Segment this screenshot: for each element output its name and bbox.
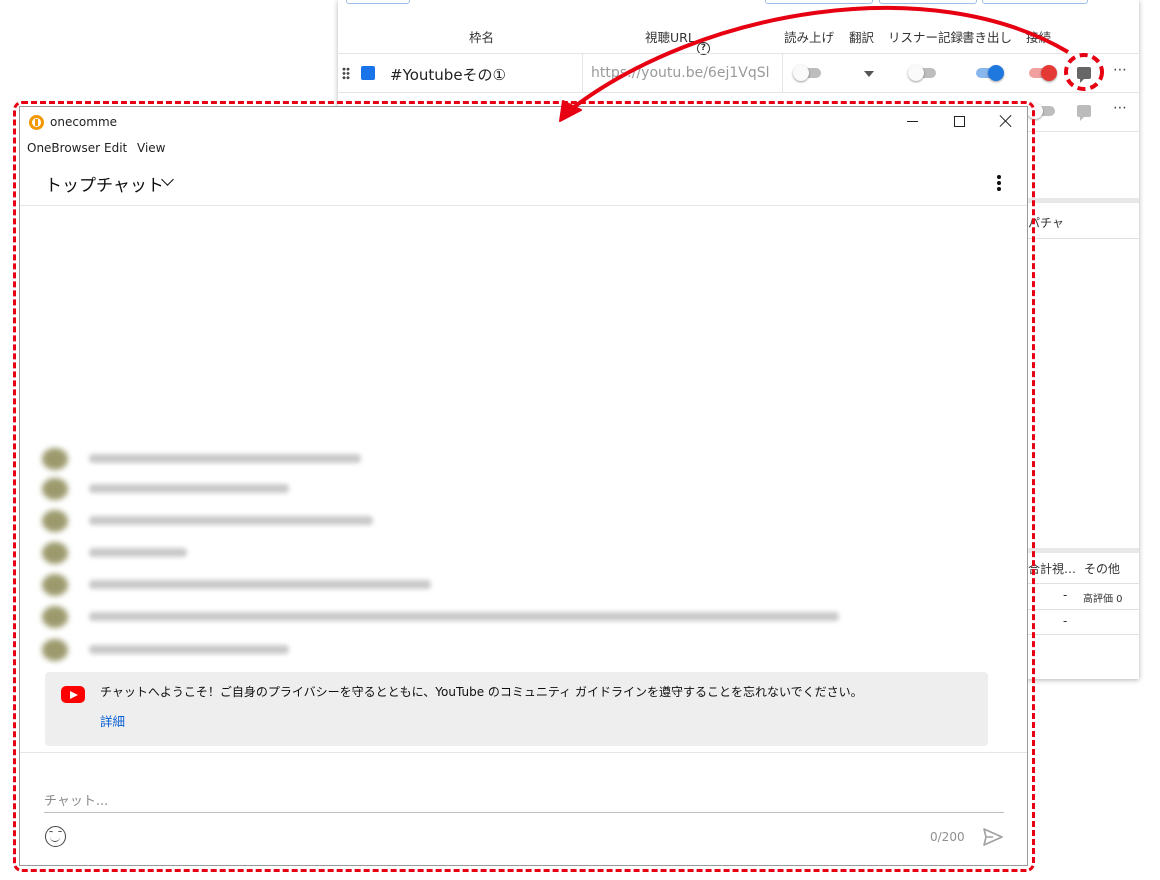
char-counter: 0/200	[930, 830, 965, 844]
chat-message	[42, 604, 942, 630]
section-divider	[1028, 198, 1139, 203]
avatar	[42, 448, 68, 470]
onecomme-logo-icon	[29, 115, 44, 130]
header-frame-name: 枠名	[469, 30, 495, 45]
likes-count: 高評価 0	[1083, 594, 1123, 605]
section-divider	[1028, 548, 1139, 553]
maximize-button[interactable]	[954, 116, 965, 127]
welcome-banner: チャットへようこそ！ご自身のプライバシーを守るとともに、YouTube のコミュ…	[45, 672, 988, 746]
avatar	[42, 639, 68, 661]
header-url-label: 視聴URL	[645, 30, 695, 45]
welcome-message: チャットへようこそ！ご自身のプライバシーを守るとともに、YouTube のコミュ…	[100, 685, 863, 699]
drag-handle-icon[interactable]	[342, 67, 350, 80]
comment-icon[interactable]	[1077, 67, 1091, 83]
avatar	[42, 606, 68, 628]
chat-message	[42, 637, 942, 663]
header-export: 書き出し	[962, 30, 1013, 45]
message-text-blurred	[89, 548, 187, 557]
chat-header: トップチャット	[20, 162, 1027, 206]
header-read-aloud: 読み上げ	[784, 30, 835, 45]
connect-toggle[interactable]	[1027, 103, 1057, 119]
url-cell[interactable]: https://youtu.be/6ej1VqSl	[582, 54, 783, 93]
stat-value: -	[1063, 588, 1068, 602]
stats-header: 合計視…	[1028, 562, 1077, 576]
message-text-blurred	[89, 645, 289, 654]
translate-dropdown-icon[interactable]	[864, 71, 874, 77]
column-header-fragment: パチャ	[1028, 216, 1064, 230]
more-horizontal-icon[interactable]: ⋯	[1113, 62, 1127, 78]
more-vertical-icon[interactable]	[996, 175, 1002, 193]
top-button[interactable]	[879, 0, 977, 4]
top-button[interactable]	[346, 0, 410, 4]
menu-edit[interactable]: Edit	[104, 141, 127, 155]
chat-popup-window: onecomme OneBrowser Edit View トップチャット チャ…	[19, 106, 1028, 866]
close-button[interactable]	[996, 111, 1016, 131]
avatar	[42, 542, 68, 564]
read-aloud-toggle[interactable]	[793, 65, 823, 81]
header-translate: 翻訳	[849, 30, 875, 45]
divider	[1028, 634, 1139, 635]
more-horizontal-icon[interactable]: ⋯	[1113, 100, 1127, 116]
header-url: 視聴URL?	[645, 27, 710, 55]
avatar	[42, 574, 68, 596]
chat-input[interactable]	[44, 787, 1004, 813]
chat-message	[42, 508, 942, 534]
frame-color-swatch[interactable]	[361, 66, 375, 80]
divider	[1028, 609, 1139, 610]
message-text-blurred	[89, 454, 361, 463]
chat-message	[42, 446, 942, 472]
avatar	[42, 510, 68, 532]
menu-bar: OneBrowser Edit View	[20, 138, 320, 158]
screenshot-root: 枠名 視聴URL? 読み上げ 翻訳 リスナー記録 書き出し 接続 #Youtub…	[0, 0, 1160, 880]
header-listener-log: リスナー記録	[888, 30, 964, 45]
details-link[interactable]: 詳細	[100, 711, 125, 730]
frame-name: #Youtubeその①	[390, 66, 507, 84]
message-text-blurred	[89, 484, 289, 493]
chat-mode-selector[interactable]: トップチャット	[45, 171, 164, 196]
emoji-icon[interactable]	[45, 826, 66, 847]
export-toggle[interactable]	[974, 65, 1004, 81]
chat-message	[42, 540, 942, 566]
frame-table-header: 枠名 視聴URL? 読み上げ 翻訳 リスナー記録 書き出し 接続	[338, 20, 1139, 55]
window-title: onecomme	[50, 115, 118, 129]
frame-row: #Youtubeその① https://youtu.be/6ej1VqSl ⋯	[338, 53, 1139, 93]
send-icon[interactable]	[982, 827, 1004, 847]
top-button[interactable]	[982, 0, 1088, 4]
menu-view[interactable]: View	[137, 141, 165, 155]
header-connect: 接続	[1026, 30, 1052, 45]
divider	[1028, 238, 1139, 239]
chat-message	[42, 572, 942, 598]
stat-value: -	[1063, 614, 1068, 628]
comment-icon[interactable]	[1077, 105, 1091, 121]
connect-toggle[interactable]	[1027, 65, 1057, 81]
message-text-blurred	[89, 580, 431, 589]
menu-onebrowser[interactable]: OneBrowser	[27, 141, 100, 155]
divider	[1028, 583, 1139, 584]
listener-log-toggle[interactable]	[908, 65, 938, 81]
title-bar[interactable]: onecomme	[20, 107, 1027, 137]
url-field[interactable]: https://youtu.be/6ej1VqSl	[591, 65, 777, 81]
youtube-logo-icon	[61, 686, 85, 703]
avatar	[42, 478, 68, 500]
message-text-blurred	[89, 612, 839, 621]
minimize-button[interactable]	[907, 121, 918, 122]
top-button[interactable]	[765, 0, 873, 4]
message-text-blurred	[89, 516, 373, 525]
chat-message	[42, 476, 942, 502]
other-header: その他	[1084, 562, 1121, 576]
divider	[20, 752, 1027, 753]
